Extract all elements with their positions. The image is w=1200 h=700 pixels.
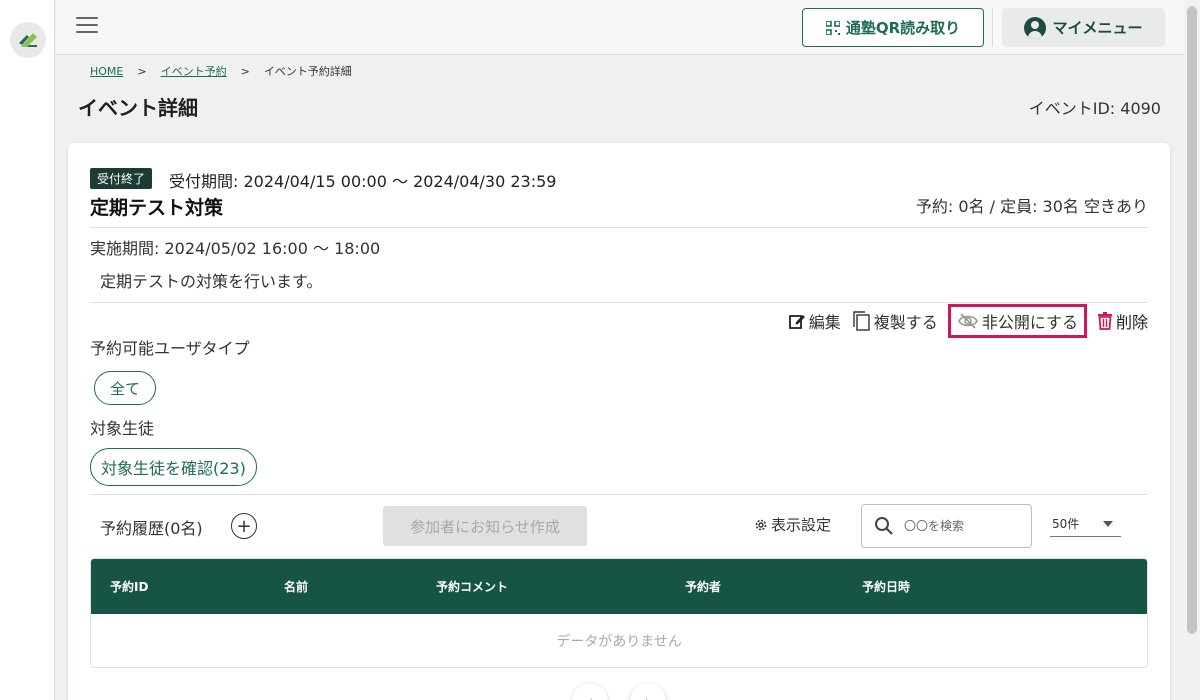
- unpublish-label: 非公開にする: [981, 313, 1078, 332]
- delete-button[interactable]: 削除: [1097, 309, 1148, 333]
- divider: [992, 8, 993, 47]
- event-name: 定期テスト対策: [90, 197, 224, 219]
- breadcrumb: HOME > イベント予約 > イベント予約詳細: [90, 63, 352, 79]
- breadcrumb-current: イベント予約詳細: [263, 65, 352, 78]
- booking-history-label: 予約履歴(0名): [100, 519, 203, 538]
- table-header: 予約ID 名前 予約コメント 予約者 予約日時: [91, 559, 1147, 614]
- search-icon: [875, 517, 893, 535]
- app-logo-icon[interactable]: [10, 22, 46, 58]
- divider: [90, 302, 1148, 303]
- user-type-label: 予約可能ユーザタイプ: [90, 339, 250, 358]
- chevron-down-icon: [1103, 520, 1113, 527]
- user-avatar-icon: [1024, 16, 1047, 39]
- plus-icon: +: [236, 515, 252, 537]
- edit-button[interactable]: 編集: [788, 309, 841, 333]
- delete-label: 削除: [1115, 313, 1148, 332]
- empty-message: データがありません: [556, 633, 682, 650]
- trash-icon: [1097, 312, 1112, 330]
- unpublish-button[interactable]: 非公開にする: [947, 304, 1087, 338]
- breadcrumb-home[interactable]: HOME: [90, 65, 123, 78]
- event-detail-card: 受付終了 受付期間: 2024/04/15 00:00 〜 2024/04/30…: [68, 143, 1170, 700]
- next-page-button[interactable]: ›: [630, 683, 666, 700]
- side-rail: [0, 0, 55, 700]
- per-page-select[interactable]: 50件: [1050, 511, 1121, 537]
- gear-icon: [755, 519, 767, 530]
- qr-scan-button[interactable]: 通塾QR読み取り: [802, 8, 984, 47]
- column-header-comment[interactable]: 予約コメント: [436, 578, 508, 595]
- display-settings-label: 表示設定: [771, 516, 832, 534]
- my-menu-label: マイメニュー: [1052, 19, 1143, 37]
- event-id: イベントID: 4090: [1028, 99, 1161, 118]
- column-header-name[interactable]: 名前: [284, 578, 308, 595]
- qr-scan-label: 通塾QR読み取り: [845, 19, 961, 37]
- chevron-left-icon: ‹: [587, 692, 593, 700]
- breadcrumb-separator: >: [240, 64, 250, 78]
- divider: [90, 494, 1148, 495]
- qr-code-icon: [825, 20, 840, 35]
- edit-label: 編集: [808, 313, 841, 332]
- search-box[interactable]: [861, 504, 1032, 548]
- prev-page-button[interactable]: ‹: [572, 683, 608, 700]
- event-description: 定期テストの対策を行います。: [100, 272, 323, 291]
- copy-icon: [853, 311, 870, 331]
- event-actions: 編集 複製する 非公開にする 削除: [788, 304, 1148, 338]
- status-badge: 受付終了: [90, 168, 153, 189]
- column-header-booking-id[interactable]: 予約ID: [110, 578, 148, 595]
- execution-period: 実施期間: 2024/05/02 16:00 〜 18:00: [90, 239, 381, 258]
- create-notification-button[interactable]: 参加者にお知らせ作成: [383, 506, 587, 546]
- target-students-label: 対象生徒: [90, 419, 155, 438]
- per-page-value: 50件: [1052, 517, 1080, 531]
- duplicate-button[interactable]: 複製する: [851, 309, 938, 333]
- top-bar: 通塾QR読み取り マイメニュー: [56, 0, 1184, 55]
- add-booking-button[interactable]: +: [231, 513, 257, 539]
- chevron-right-icon: ›: [645, 692, 651, 700]
- hamburger-menu-icon[interactable]: [76, 17, 98, 37]
- search-input[interactable]: [904, 519, 1019, 533]
- reception-period: 受付期間: 2024/04/15 00:00 〜 2024/04/30 23:5…: [169, 172, 557, 191]
- column-header-booker[interactable]: 予約者: [685, 578, 721, 595]
- capacity-text: 予約: 0名 / 定員: 30名 空きあり: [915, 197, 1148, 216]
- column-header-booked-at[interactable]: 予約日時: [862, 578, 910, 595]
- divider: [90, 227, 1148, 228]
- view-target-students-button[interactable]: 対象生徒を確認(23): [90, 448, 257, 486]
- breadcrumb-separator: >: [137, 64, 147, 78]
- my-menu-button[interactable]: マイメニュー: [1002, 8, 1165, 47]
- booking-table: 予約ID 名前 予約コメント 予約者 予約日時 データがありません: [90, 558, 1148, 668]
- edit-icon: [788, 315, 805, 329]
- scrollbar-thumb[interactable]: [1187, 6, 1197, 634]
- page-title: イベント詳細: [78, 96, 198, 120]
- eye-off-icon: [957, 313, 978, 329]
- display-settings-button[interactable]: 表示設定: [754, 514, 831, 535]
- user-type-chip-all[interactable]: 全て: [94, 371, 157, 405]
- breadcrumb-event-booking[interactable]: イベント予約: [161, 63, 227, 79]
- duplicate-label: 複製する: [873, 313, 938, 332]
